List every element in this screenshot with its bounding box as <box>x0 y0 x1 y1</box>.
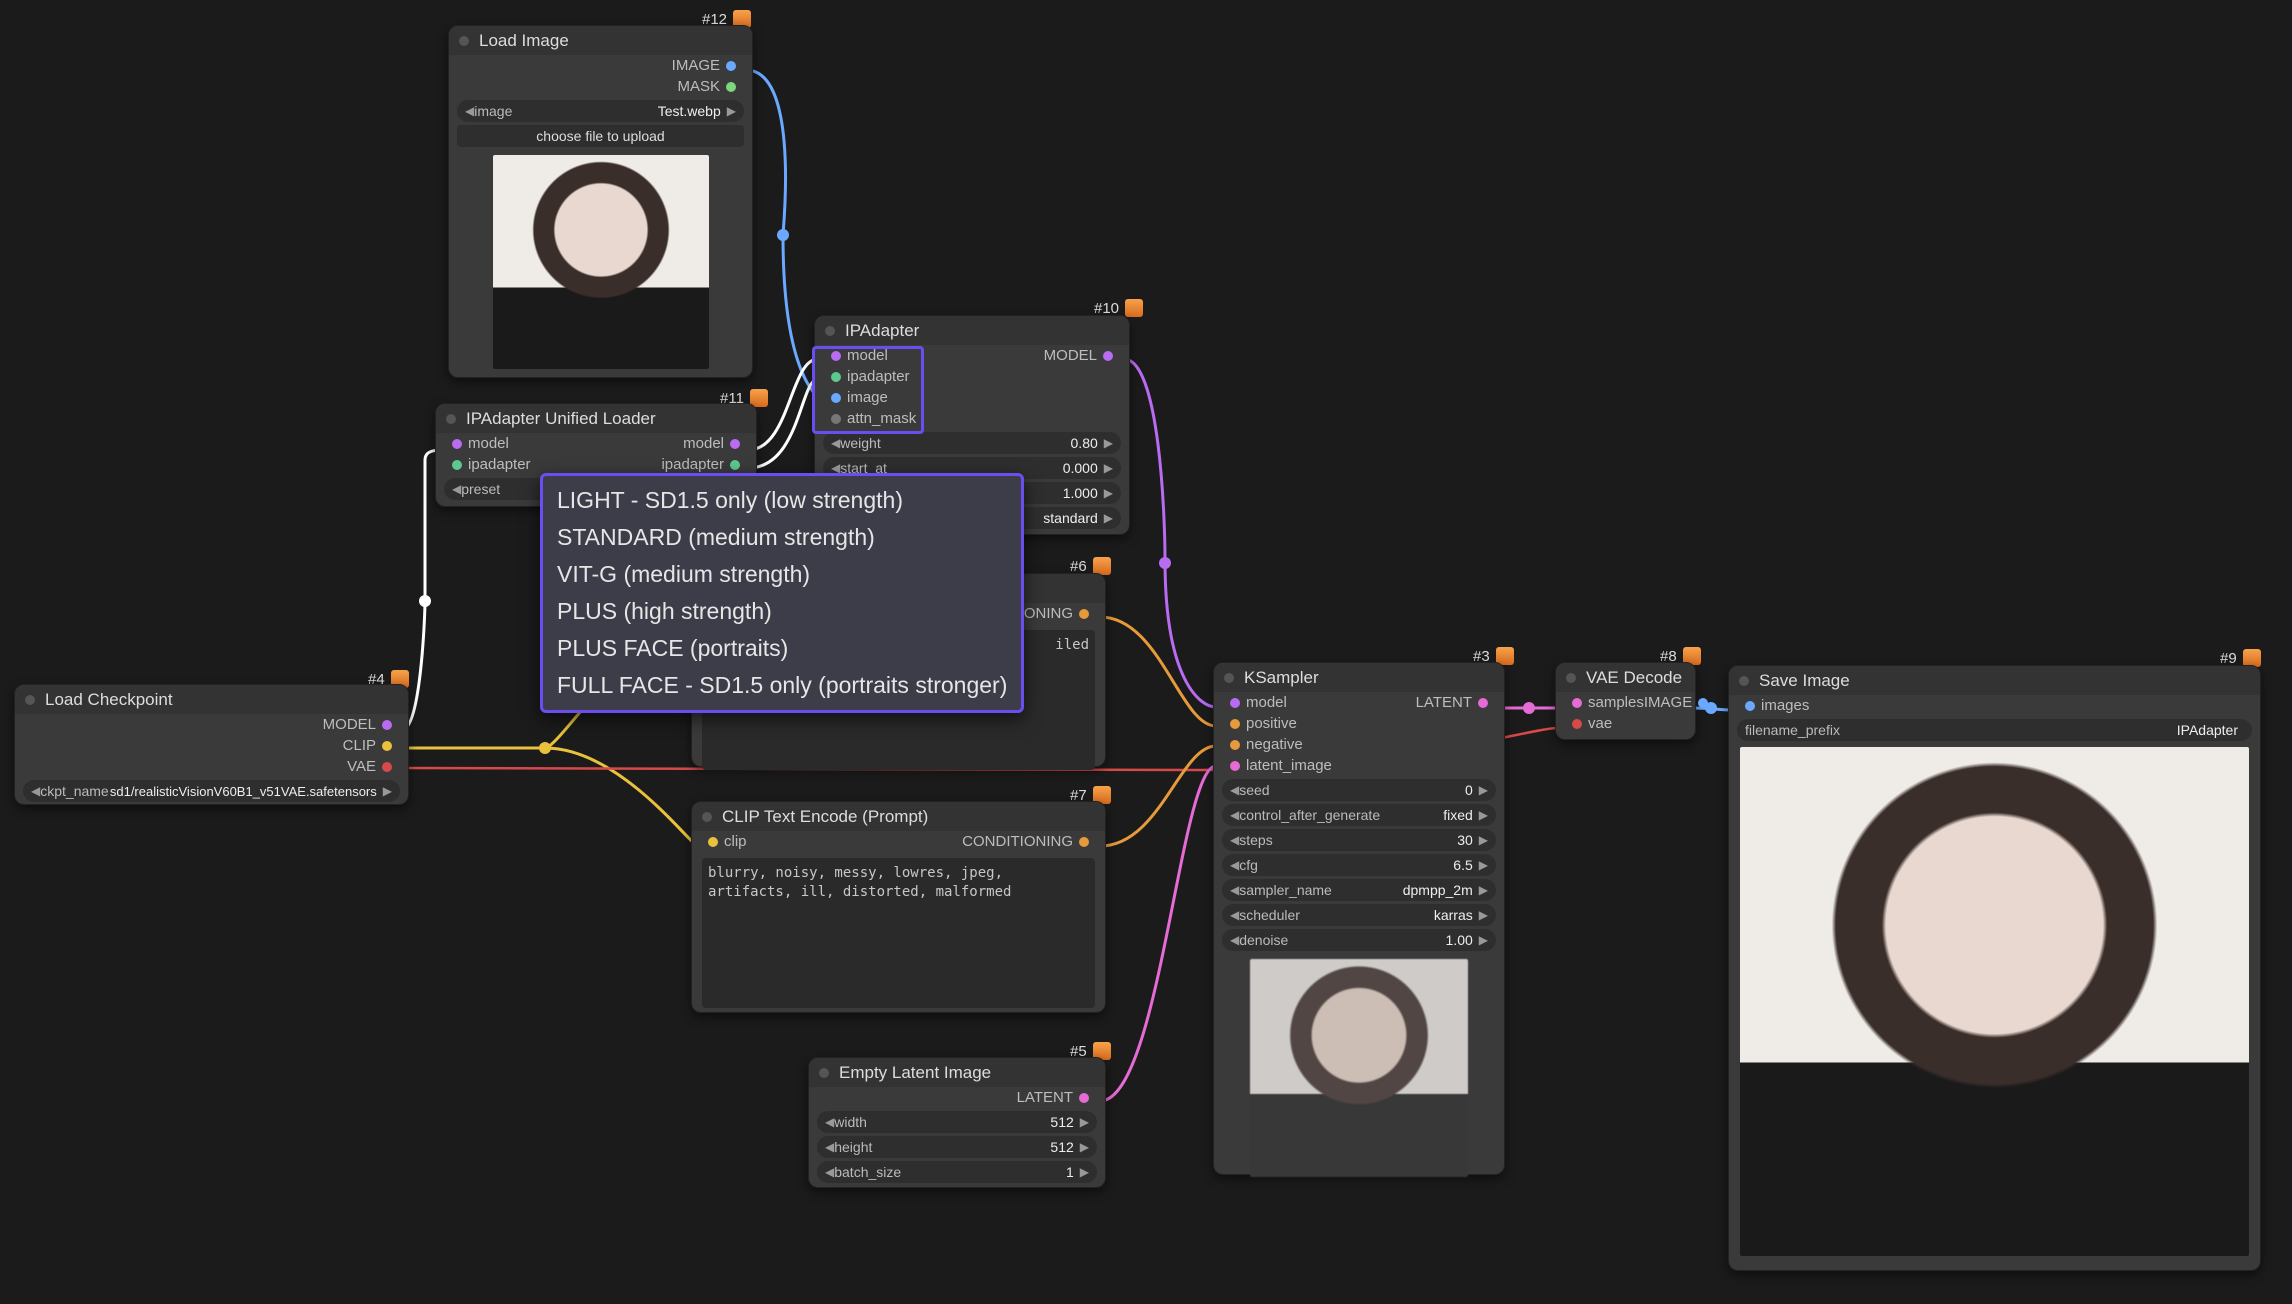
port-clip-in[interactable]: clip <box>724 833 747 850</box>
port-vae-out[interactable]: VAE <box>347 758 376 775</box>
node-save-image[interactable]: Save Image images filename_prefixIPAdapt… <box>1728 665 2261 1271</box>
image-output <box>1740 747 2249 1256</box>
node-ksampler[interactable]: KSampler model LATENT positive negative … <box>1213 662 1505 1175</box>
node-load-checkpoint[interactable]: Load Checkpoint MODEL CLIP VAE ◀ckpt_nam… <box>14 684 409 805</box>
dropdown-option[interactable]: STANDARD (medium strength) <box>549 519 1015 556</box>
port-image-out[interactable]: IMAGE <box>672 57 720 74</box>
widget-width[interactable]: ◀width512▶ <box>817 1111 1097 1133</box>
widget-batch-size[interactable]: ◀batch_size1▶ <box>817 1161 1097 1183</box>
port-negative-in[interactable]: negative <box>1246 736 1303 753</box>
port-model-in[interactable]: model <box>468 435 509 452</box>
port-model-in[interactable]: model <box>847 347 888 364</box>
port-latent-in[interactable]: latent_image <box>1246 757 1332 774</box>
node-title[interactable]: VAE Decode <box>1556 663 1695 692</box>
port-images-in[interactable]: images <box>1761 697 1809 714</box>
port-model-out[interactable]: MODEL <box>323 716 376 733</box>
port-latent-out[interactable]: LATENT <box>1017 1089 1073 1106</box>
port-vae-in[interactable]: vae <box>1588 715 1612 732</box>
widget-weight[interactable]: ◀weight0.80▶ <box>823 432 1121 454</box>
prompt-text[interactable]: blurry, noisy, messy, lowres, jpeg, arti… <box>702 858 1095 1008</box>
triangle-left-icon: ◀ <box>452 482 461 496</box>
triangle-left-icon: ◀ <box>465 104 474 118</box>
port-image-in[interactable]: image <box>847 389 888 406</box>
dropdown-option[interactable]: FULL FACE - SD1.5 only (portraits strong… <box>549 667 1015 704</box>
widget-denoise[interactable]: ◀denoise1.00▶ <box>1222 929 1496 951</box>
triangle-right-icon: ▶ <box>727 104 736 118</box>
node-title[interactable]: Save Image <box>1729 666 2260 695</box>
widget-ckpt-name[interactable]: ◀ckpt_namesd1/realisticVisionV60B1_v51VA… <box>23 780 400 802</box>
widget-cfg[interactable]: ◀cfg6.5▶ <box>1222 854 1496 876</box>
widget-height[interactable]: ◀height512▶ <box>817 1136 1097 1158</box>
port-ipadapter-out[interactable]: ipadapter <box>661 456 724 473</box>
preset-dropdown[interactable]: LIGHT - SD1.5 only (low strength) STANDA… <box>540 473 1024 713</box>
image-preview <box>493 155 709 369</box>
widget-steps[interactable]: ◀steps30▶ <box>1222 829 1496 851</box>
dropdown-option[interactable]: PLUS FACE (portraits) <box>549 630 1015 667</box>
upload-button[interactable]: choose file to upload <box>457 125 744 147</box>
dropdown-option[interactable]: PLUS (high strength) <box>549 593 1015 630</box>
port-image-out[interactable]: IMAGE <box>1644 694 1692 711</box>
node-title[interactable]: IPAdapter Unified Loader <box>436 404 756 433</box>
node-title[interactable]: IPAdapter <box>815 316 1129 345</box>
node-title[interactable]: Empty Latent Image <box>809 1058 1105 1087</box>
node-clip-text-encode-negative[interactable]: CLIP Text Encode (Prompt) clip CONDITION… <box>691 801 1106 1013</box>
widget-filename-prefix[interactable]: filename_prefixIPAdapter <box>1737 719 2252 741</box>
node-load-image[interactable]: Load Image IMAGE MASK ◀imageTest.webp▶ c… <box>448 25 753 378</box>
node-title[interactable]: Load Checkpoint <box>15 685 408 714</box>
node-title[interactable]: Load Image <box>449 26 752 55</box>
port-model-out[interactable]: model <box>683 435 724 452</box>
node-empty-latent-image[interactable]: Empty Latent Image LATENT ◀width512▶ ◀he… <box>808 1057 1106 1188</box>
port-model-out[interactable]: MODEL <box>1044 347 1097 364</box>
port-mask-out[interactable]: MASK <box>677 78 720 95</box>
widget-control-after-generate[interactable]: ◀control_after_generatefixed▶ <box>1222 804 1496 826</box>
node-vae-decode[interactable]: VAE Decode samples IMAGE vae <box>1555 662 1696 740</box>
port-model-in[interactable]: model <box>1246 694 1287 711</box>
port-conditioning-out[interactable]: CONDITIONING <box>962 833 1073 850</box>
port-ipadapter-in[interactable]: ipadapter <box>468 456 531 473</box>
port-samples-in[interactable]: samples <box>1588 694 1644 711</box>
port-ipadapter-in[interactable]: ipadapter <box>847 368 910 385</box>
node-title[interactable]: CLIP Text Encode (Prompt) <box>692 802 1105 831</box>
port-positive-in[interactable]: positive <box>1246 715 1297 732</box>
port-clip-out[interactable]: CLIP <box>343 737 376 754</box>
widget-sampler-name[interactable]: ◀sampler_namedpmpp_2m▶ <box>1222 879 1496 901</box>
node-title[interactable]: KSampler <box>1214 663 1504 692</box>
image-preview <box>1250 959 1468 1177</box>
port-attn-mask-in[interactable]: attn_mask <box>847 410 916 427</box>
dropdown-option[interactable]: VIT-G (medium strength) <box>549 556 1015 593</box>
widget-scheduler[interactable]: ◀schedulerkarras▶ <box>1222 904 1496 926</box>
dropdown-option[interactable]: LIGHT - SD1.5 only (low strength) <box>549 482 1015 519</box>
port-latent-out[interactable]: LATENT <box>1416 694 1472 711</box>
fox-icon <box>1125 299 1143 317</box>
widget-image-combo[interactable]: ◀imageTest.webp▶ <box>457 100 744 122</box>
widget-seed[interactable]: ◀seed0▶ <box>1222 779 1496 801</box>
